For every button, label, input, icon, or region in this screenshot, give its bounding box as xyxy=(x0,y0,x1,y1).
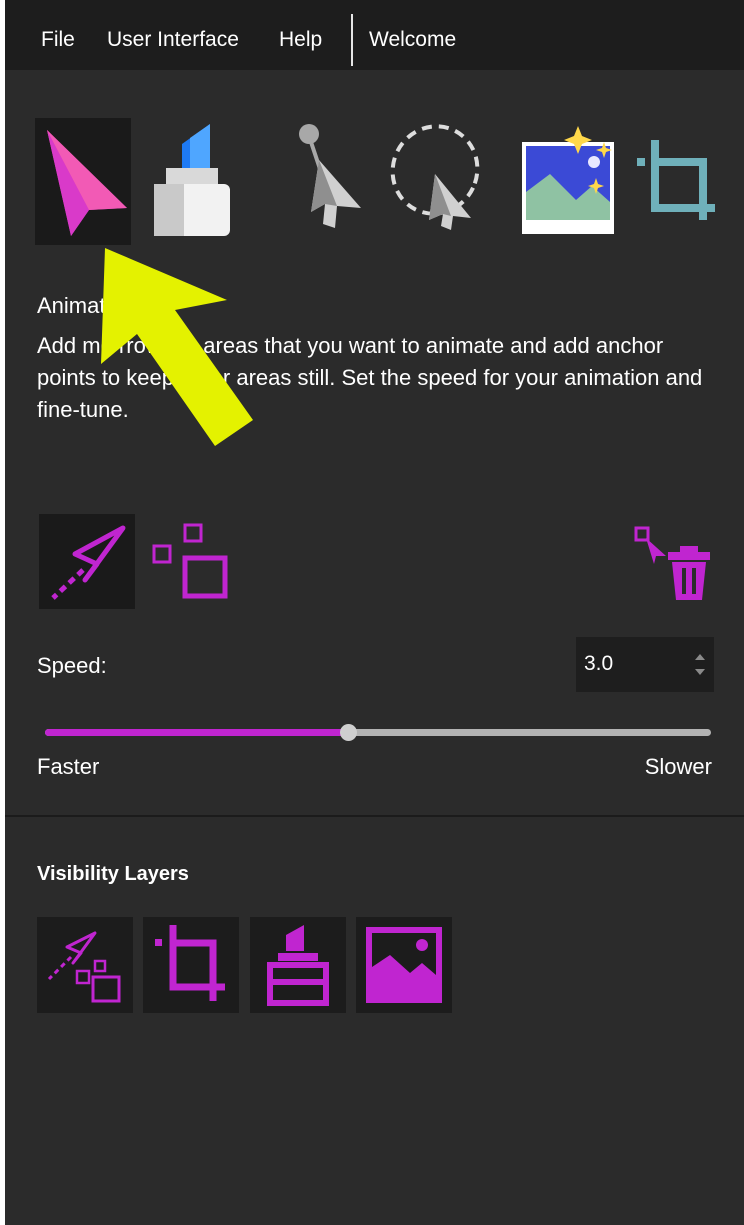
crop-layer-button[interactable] xyxy=(143,917,239,1013)
speed-value[interactable]: 3.0 xyxy=(584,652,613,676)
sky-replace-tool-button[interactable] xyxy=(520,122,620,237)
crop-tool-button[interactable] xyxy=(633,138,723,228)
pin-pointer-tool-button[interactable] xyxy=(293,120,365,230)
menu-help[interactable]: Help xyxy=(279,26,322,54)
spin-down-icon[interactable] xyxy=(695,669,705,675)
spin-up-icon[interactable] xyxy=(695,654,705,660)
motion-arrow-icon xyxy=(51,525,126,600)
panel-description: Add mo rrows to areas that you want to a… xyxy=(37,333,703,422)
speed-label: Speed: xyxy=(37,653,107,678)
menu-separator xyxy=(351,14,353,66)
app-window: File User Interface Help Welcome Animat … xyxy=(5,0,744,1225)
panel-title: Animat xyxy=(37,293,106,318)
motion-arrow-button[interactable] xyxy=(39,514,135,609)
motion-layer-icon xyxy=(47,931,121,1003)
delete-points-button[interactable] xyxy=(632,524,716,604)
motion-layer-button[interactable] xyxy=(37,917,133,1013)
menu-file[interactable]: File xyxy=(41,26,75,54)
crop-layer-icon xyxy=(155,925,225,1001)
delete-points-icon xyxy=(634,526,710,600)
speed-input[interactable]: 3.0 xyxy=(576,637,714,692)
menu-bar: File User Interface Help Welcome xyxy=(5,0,744,70)
speed-slider[interactable] xyxy=(45,724,711,741)
paper-plane-icon xyxy=(47,130,127,236)
image-layer-button[interactable] xyxy=(356,917,452,1013)
anchor-points-button[interactable] xyxy=(151,522,231,602)
image-layer-icon xyxy=(366,927,442,1003)
crop-icon xyxy=(637,140,715,220)
pin-pointer-icon xyxy=(299,124,361,228)
lasso-icon xyxy=(390,124,480,230)
sky-image-icon xyxy=(522,126,614,234)
mask-layer-icon xyxy=(267,925,329,1006)
mask-layer-button[interactable] xyxy=(250,917,346,1013)
lasso-select-tool-button[interactable] xyxy=(383,122,483,232)
menu-welcome[interactable]: Welcome xyxy=(369,26,456,54)
animate-tool-button[interactable] xyxy=(35,118,131,245)
menu-user-interface[interactable]: User Interface xyxy=(107,26,239,54)
speed-slider-thumb[interactable] xyxy=(340,724,358,741)
slower-label: Slower xyxy=(644,754,712,779)
anchor-points-icon xyxy=(152,523,228,599)
visibility-layers-title: Visibility Layers xyxy=(37,863,189,885)
faster-label: Faster xyxy=(37,754,100,779)
section-divider xyxy=(5,815,744,817)
speed-slider-fill xyxy=(45,729,349,736)
highlighter-tool-button[interactable] xyxy=(142,120,234,240)
marker-icon xyxy=(154,124,230,236)
